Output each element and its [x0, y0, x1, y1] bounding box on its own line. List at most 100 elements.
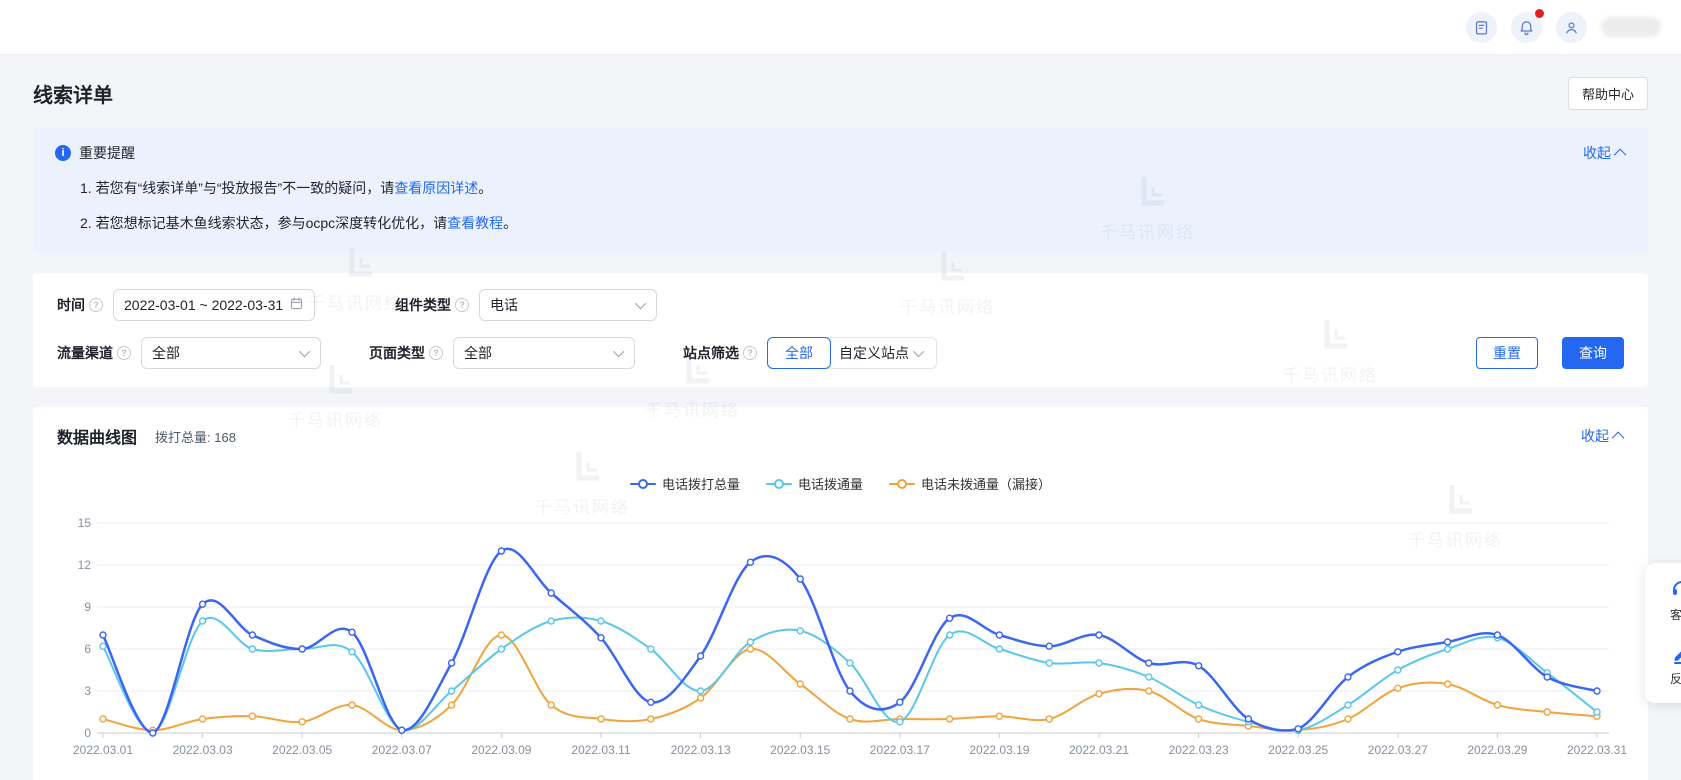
data-point[interactable]: [1544, 709, 1550, 715]
data-point[interactable]: [747, 559, 753, 565]
data-point[interactable]: [1146, 688, 1152, 694]
data-point[interactable]: [698, 688, 704, 694]
data-point[interactable]: [797, 576, 803, 582]
data-point[interactable]: [200, 601, 206, 607]
line-chart[interactable]: 036912152022.03.012022.03.032022.03.0520…: [57, 511, 1632, 773]
data-point[interactable]: [449, 702, 455, 708]
site-all-button[interactable]: 全部: [767, 337, 831, 369]
data-point[interactable]: [1196, 663, 1202, 669]
data-point[interactable]: [349, 629, 355, 635]
data-point[interactable]: [698, 695, 704, 701]
data-point[interactable]: [698, 653, 704, 659]
data-point[interactable]: [249, 713, 255, 719]
clipboard-icon[interactable]: [1466, 12, 1497, 43]
data-point[interactable]: [100, 643, 106, 649]
data-point[interactable]: [598, 635, 604, 641]
username-redacted[interactable]: [1601, 17, 1661, 37]
data-point[interactable]: [1146, 660, 1152, 666]
data-point[interactable]: [1345, 716, 1351, 722]
data-point[interactable]: [548, 618, 554, 624]
page-type-select[interactable]: 全部: [453, 337, 635, 369]
data-point[interactable]: [1395, 667, 1401, 673]
data-point[interactable]: [1395, 649, 1401, 655]
data-point[interactable]: [200, 716, 206, 722]
data-point[interactable]: [897, 699, 903, 705]
data-point[interactable]: [648, 699, 654, 705]
data-point[interactable]: [947, 632, 953, 638]
data-point[interactable]: [249, 632, 255, 638]
data-point[interactable]: [498, 548, 504, 554]
data-point[interactable]: [498, 646, 504, 652]
data-point[interactable]: [299, 646, 305, 652]
data-point[interactable]: [1046, 643, 1052, 649]
data-point[interactable]: [1096, 632, 1102, 638]
help-question-icon[interactable]: ?: [743, 346, 757, 360]
legend-item[interactable]: 电话未拨通量（漏接）: [889, 474, 1051, 493]
data-point[interactable]: [349, 702, 355, 708]
data-point[interactable]: [847, 716, 853, 722]
data-point[interactable]: [947, 615, 953, 621]
data-point[interactable]: [847, 688, 853, 694]
chart-collapse-button[interactable]: 收起: [1581, 426, 1624, 446]
data-point[interactable]: [548, 702, 554, 708]
data-point[interactable]: [249, 646, 255, 652]
data-point[interactable]: [598, 716, 604, 722]
data-point[interactable]: [648, 646, 654, 652]
help-question-icon[interactable]: ?: [89, 298, 103, 312]
bell-icon[interactable]: [1511, 12, 1542, 43]
data-point[interactable]: [1096, 660, 1102, 666]
data-point[interactable]: [1295, 726, 1301, 732]
traffic-channel-select[interactable]: 全部: [141, 337, 321, 369]
feedback-button[interactable]: 反馈: [1670, 641, 1681, 687]
data-point[interactable]: [1544, 674, 1550, 680]
help-question-icon[interactable]: ?: [455, 298, 469, 312]
customer-service-button[interactable]: 客服: [1670, 577, 1681, 623]
data-point[interactable]: [1345, 702, 1351, 708]
data-point[interactable]: [996, 646, 1002, 652]
data-point[interactable]: [996, 632, 1002, 638]
data-point[interactable]: [1494, 702, 1500, 708]
user-icon[interactable]: [1556, 12, 1587, 43]
data-point[interactable]: [200, 618, 206, 624]
data-point[interactable]: [1196, 716, 1202, 722]
data-point[interactable]: [947, 716, 953, 722]
help-question-icon[interactable]: ?: [117, 346, 131, 360]
component-type-select[interactable]: 电话: [479, 289, 657, 321]
data-point[interactable]: [847, 660, 853, 666]
data-point[interactable]: [349, 649, 355, 655]
data-point[interactable]: [1594, 709, 1600, 715]
tutorial-link[interactable]: 查看教程: [447, 215, 503, 231]
data-point[interactable]: [598, 618, 604, 624]
data-point[interactable]: [1245, 716, 1251, 722]
data-point[interactable]: [1445, 681, 1451, 687]
data-point[interactable]: [1494, 632, 1500, 638]
site-custom-button[interactable]: 自定义站点: [827, 337, 937, 369]
data-point[interactable]: [100, 716, 106, 722]
data-point[interactable]: [996, 713, 1002, 719]
data-point[interactable]: [648, 716, 654, 722]
data-point[interactable]: [449, 688, 455, 694]
help-center-button[interactable]: 帮助中心: [1568, 77, 1648, 110]
data-point[interactable]: [1345, 674, 1351, 680]
data-point[interactable]: [1096, 691, 1102, 697]
data-point[interactable]: [1395, 685, 1401, 691]
query-button[interactable]: 查询: [1562, 337, 1624, 369]
reset-button[interactable]: 重置: [1476, 337, 1538, 369]
notice-collapse-button[interactable]: 收起: [1583, 143, 1626, 163]
data-point[interactable]: [747, 646, 753, 652]
data-point[interactable]: [1196, 702, 1202, 708]
data-point[interactable]: [797, 628, 803, 634]
data-point[interactable]: [1594, 688, 1600, 694]
data-point[interactable]: [1146, 674, 1152, 680]
data-point[interactable]: [1445, 646, 1451, 652]
data-point[interactable]: [548, 590, 554, 596]
data-point[interactable]: [797, 681, 803, 687]
date-range-input[interactable]: 2022-03-01 ~ 2022-03-31: [113, 289, 315, 321]
legend-item[interactable]: 电话拨打总量: [630, 474, 740, 493]
legend-item[interactable]: 电话拨通量: [766, 474, 863, 493]
data-point[interactable]: [747, 639, 753, 645]
data-point[interactable]: [399, 727, 405, 733]
data-point[interactable]: [299, 719, 305, 725]
help-question-icon[interactable]: ?: [429, 346, 443, 360]
data-point[interactable]: [1046, 660, 1052, 666]
